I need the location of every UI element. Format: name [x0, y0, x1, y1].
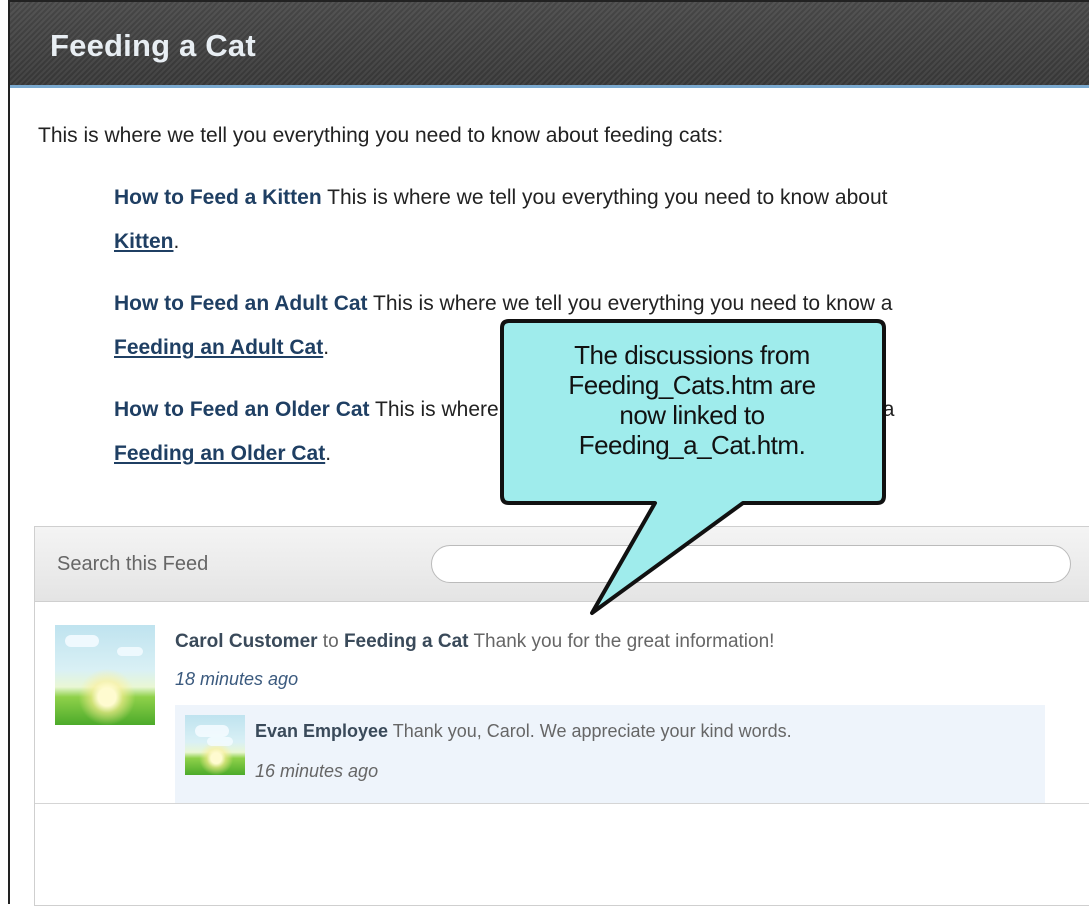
- feed-divider: [35, 803, 1089, 804]
- callout-line: Feeding_a_Cat.htm.: [578, 430, 806, 460]
- avatar[interactable]: [185, 715, 245, 775]
- topic-description: This is where we tell you everything you…: [367, 292, 893, 315]
- topic-link[interactable]: Feeding an Adult Cat: [114, 336, 323, 359]
- post-message: Thank you for the great information!: [468, 631, 775, 652]
- post-author[interactable]: Carol Customer: [175, 631, 318, 652]
- post-timestamp[interactable]: 18 minutes ago: [175, 669, 298, 690]
- callout-line: Feeding_Cats.htm are: [568, 370, 816, 400]
- post-body: Carol Customer to Feeding a Cat Thank yo…: [175, 631, 774, 653]
- callout-text: The discussions from Feeding_Cats.htm ar…: [506, 340, 878, 460]
- reply-message: Thank you, Carol. We appreciate your kin…: [388, 721, 792, 741]
- callout-line: now linked to: [619, 400, 765, 430]
- topic-description: This is where we tell you everything you…: [321, 186, 888, 209]
- discussion-feed: Search this Feed Carol Customer to Feedi…: [34, 526, 1089, 906]
- page-title: Feeding a Cat: [50, 28, 256, 63]
- avatar[interactable]: [55, 625, 155, 725]
- post-target[interactable]: Feeding a Cat: [344, 631, 469, 652]
- topic-link[interactable]: Feeding an Older Cat: [114, 442, 325, 465]
- topic-link[interactable]: Kitten: [114, 230, 174, 253]
- title-bar: Feeding a Cat: [10, 0, 1089, 88]
- topic-kitten: How to Feed a Kitten This is where we te…: [114, 186, 888, 253]
- topic-title: How to Feed a Kitten: [114, 186, 322, 209]
- topic-title: How to Feed an Adult Cat: [114, 292, 368, 315]
- search-label: Search this Feed: [57, 553, 209, 575]
- reply-author[interactable]: Evan Employee: [255, 721, 388, 741]
- reply-timestamp: 16 minutes ago: [255, 761, 379, 781]
- feed-search-bar: Search this Feed: [35, 527, 1089, 602]
- intro-text: This is where we tell you everything you…: [38, 124, 724, 147]
- callout-line: The discussions from: [574, 340, 810, 370]
- reply-body: Evan Employee Thank you, Carol. We appre…: [255, 721, 792, 742]
- post-connector: to: [317, 631, 344, 652]
- reply-item: Evan Employee Thank you, Carol. We appre…: [175, 705, 1045, 804]
- search-input[interactable]: [431, 545, 1071, 583]
- topic-title: How to Feed an Older Cat: [114, 398, 370, 421]
